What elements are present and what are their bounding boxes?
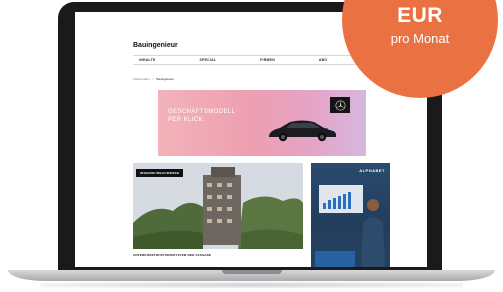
- nav-item-inhalte[interactable]: INHALTE: [139, 58, 156, 62]
- mercedes-logo-icon: [330, 97, 350, 113]
- laptop-notch: [222, 270, 282, 274]
- category-badge[interactable]: INGENIEURBAUWERKE: [136, 169, 184, 177]
- nav-item-abo[interactable]: ABO: [319, 58, 327, 62]
- article-caption[interactable]: UNTERKONSTRUKTIONSSYSTEM DER FASSADE: [133, 253, 211, 257]
- breadcrumb: Fachmedien / Bauingenieur: [133, 77, 175, 81]
- nav-item-special[interactable]: SPECIAL: [199, 58, 216, 62]
- price-unit: EUR: [397, 4, 443, 27]
- laptop-shadow: [40, 282, 463, 288]
- side-ad-brand: ALPHABET: [359, 168, 385, 173]
- ad-headline-line1: GESCHÄFTSMODELL: [168, 109, 236, 115]
- nav-item-firmen[interactable]: FIRMEN: [260, 58, 275, 62]
- price-period: pro Monat: [390, 31, 450, 46]
- ad-headline-line2: PER KLICK.: [168, 117, 206, 123]
- ad-headline: GESCHÄFTSMODELL PER KLICK.: [168, 108, 235, 124]
- breadcrumb-home[interactable]: Fachmedien: [133, 77, 150, 81]
- breadcrumb-current: Bauingenieur: [156, 77, 175, 81]
- presenter-image: [311, 185, 390, 267]
- article-card[interactable]: INGENIEURBAUWERKE UNTERKONSTRUKTIONSSYST…: [133, 163, 303, 265]
- banner-ad[interactable]: GESCHÄFTSMODELL PER KLICK.: [158, 90, 366, 156]
- side-ad[interactable]: ALPHABET: [311, 163, 390, 267]
- site-title[interactable]: Bauingenieur: [133, 42, 178, 49]
- car-image: [269, 120, 336, 142]
